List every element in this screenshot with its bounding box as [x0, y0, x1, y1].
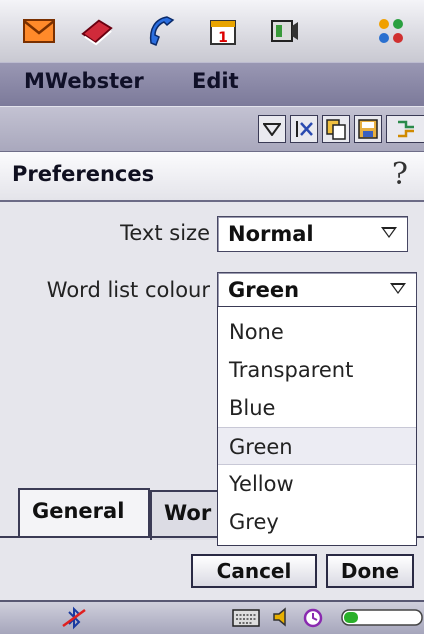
colour-dropdown-list: None Transparent Blue Green Yellow Grey — [217, 306, 417, 546]
list-item[interactable]: Yellow — [218, 465, 416, 503]
clear-icon[interactable] — [290, 115, 318, 143]
text-size-value: Normal — [228, 222, 314, 246]
list-item[interactable]: Transparent — [218, 351, 416, 389]
list-item[interactable]: Grey — [218, 503, 416, 541]
tab-general-label: General — [32, 499, 125, 523]
chevron-down-icon — [381, 227, 397, 238]
contacts-book-icon[interactable] — [80, 14, 114, 48]
cancel-button[interactable]: Cancel — [191, 554, 317, 588]
volume-icon[interactable] — [272, 606, 294, 633]
bluetooth-off-icon[interactable] — [60, 606, 88, 635]
app-launcher-bar: 1 — [0, 0, 424, 62]
tab-word-list-label: Wor — [164, 501, 212, 525]
save-icon[interactable] — [354, 115, 382, 143]
text-size-label: Text size — [120, 221, 210, 245]
apps-grid-icon[interactable] — [374, 14, 408, 48]
status-bar — [0, 600, 424, 634]
page-title: Preferences — [12, 162, 155, 186]
keyboard-icon[interactable] — [232, 606, 260, 633]
word-list-colour-value: Green — [228, 278, 300, 302]
copy-icon[interactable] — [322, 115, 350, 143]
phone-icon[interactable] — [144, 14, 178, 48]
help-icon[interactable]: ? — [392, 157, 408, 192]
list-item[interactable]: None — [218, 313, 416, 351]
calendar-icon[interactable]: 1 — [206, 14, 240, 48]
done-button[interactable]: Done — [326, 554, 414, 588]
word-list-colour-select[interactable]: Green — [217, 272, 417, 308]
dropdown-icon[interactable] — [258, 115, 286, 143]
alarm-clock-icon[interactable] — [302, 606, 324, 633]
more-icon[interactable] — [386, 115, 424, 143]
menu-mwebster[interactable]: MWebster — [24, 69, 144, 93]
menu-bar: MWebster Edit — [0, 62, 424, 106]
list-item[interactable]: Blue — [218, 389, 416, 427]
dialog-header: Preferences ? — [0, 152, 424, 202]
list-item-selected[interactable]: Green — [218, 427, 416, 465]
tab-general[interactable]: General — [18, 488, 150, 538]
chevron-down-icon — [390, 283, 406, 294]
word-list-colour-label: Word list colour — [46, 278, 210, 302]
svg-text:1: 1 — [218, 30, 228, 46]
media-icon[interactable] — [268, 14, 302, 48]
toolbar — [0, 106, 424, 152]
messaging-icon[interactable] — [22, 14, 56, 48]
menu-edit[interactable]: Edit — [192, 69, 239, 93]
text-size-select[interactable]: Normal — [217, 216, 408, 252]
battery-icon — [334, 606, 424, 633]
